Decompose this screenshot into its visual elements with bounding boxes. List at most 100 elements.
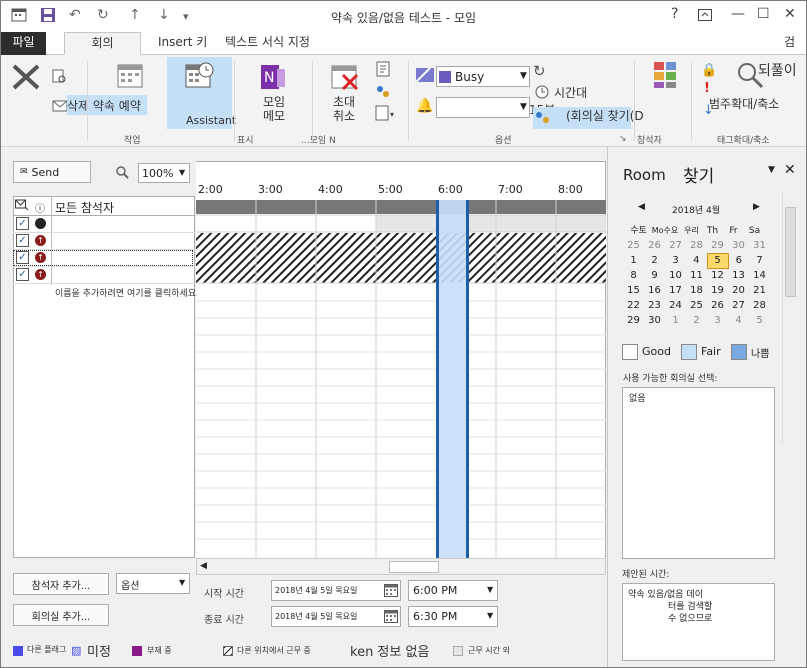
help-button[interactable]: ? xyxy=(671,6,678,22)
dialog-launcher-icon[interactable]: ↘ xyxy=(619,134,627,144)
calendar-day[interactable]: 5 xyxy=(749,313,770,328)
pane-scroll-thumb[interactable] xyxy=(785,207,796,297)
calendar-day[interactable]: 20 xyxy=(728,283,749,298)
calendar-day[interactable]: 12 xyxy=(707,268,728,283)
end-date-field[interactable]: 2018년 4월 5일 목요일 xyxy=(271,606,401,627)
add-attendees-button[interactable]: 참석자 추가... xyxy=(13,573,109,595)
calendar-day[interactable]: 18 xyxy=(686,283,707,298)
tab-format-text[interactable]: 텍스트 서식 지정 xyxy=(225,32,310,55)
onenote-label[interactable]: 모임 메모 xyxy=(263,95,285,123)
scroll-left-icon[interactable]: ◀ xyxy=(200,561,207,571)
end-time-dropdown[interactable]: 6:30 PM ▼ xyxy=(408,606,498,627)
calendar-day[interactable]: 19 xyxy=(707,283,728,298)
response-options-icon[interactable]: ▾ xyxy=(375,105,397,124)
tab-insert[interactable]: Insert 키 xyxy=(158,32,207,55)
calendar-day[interactable]: 29 xyxy=(707,238,728,253)
attendee-checkbox[interactable]: ✓ xyxy=(16,217,29,230)
options-dropdown[interactable]: 옵션 ▼ xyxy=(116,573,190,594)
high-importance-icon[interactable]: ! xyxy=(704,81,710,96)
calendar-day[interactable]: 10 xyxy=(665,268,686,283)
calendar-day[interactable]: 3 xyxy=(707,313,728,328)
address-book-icon[interactable] xyxy=(375,61,391,80)
calendar-day[interactable]: 9 xyxy=(644,268,665,283)
tab-review[interactable]: 검토 xyxy=(784,32,806,70)
suggested-times-list[interactable]: 약속 있음/없음 데이 터를 검색할 수 없으므로 xyxy=(622,583,775,661)
calendar-day[interactable]: 2 xyxy=(644,253,665,268)
time-zones-icon[interactable] xyxy=(535,85,549,102)
calendar-day[interactable]: 27 xyxy=(728,298,749,313)
calendar-day[interactable]: 14 xyxy=(749,268,770,283)
minimize-button[interactable]: — xyxy=(731,6,745,22)
tab-meeting[interactable]: 회의 xyxy=(64,32,141,55)
add-rooms-button[interactable]: 회의실 추가... xyxy=(13,604,109,626)
zoom-label[interactable]: 되풀이 xyxy=(758,60,797,80)
time-zones-label[interactable]: 시간대 xyxy=(554,84,587,101)
zoom-magnifier-icon[interactable] xyxy=(115,165,129,182)
calendar-day-selected[interactable]: 5 xyxy=(706,252,729,269)
forward-search-icon[interactable] xyxy=(52,69,68,88)
assistant-label[interactable]: Assistant xyxy=(186,114,236,127)
maximize-button[interactable]: ☐ xyxy=(757,6,770,22)
delete-icon[interactable] xyxy=(11,63,41,94)
scheduling-label[interactable]: 삭제 약속 예약 xyxy=(67,97,141,114)
calendar-day[interactable]: 3 xyxy=(665,253,686,268)
calendar-day[interactable]: 11 xyxy=(686,268,707,283)
tab-file[interactable]: 파일 xyxy=(1,32,46,55)
calendar-day[interactable]: 24 xyxy=(665,298,686,313)
calendar-day[interactable]: 28 xyxy=(686,238,707,253)
categorize-icon[interactable] xyxy=(653,61,677,92)
onenote-icon[interactable]: N xyxy=(259,63,287,94)
calendar-day[interactable]: 30 xyxy=(728,238,749,253)
start-time-dropdown[interactable]: 6:00 PM ▼ xyxy=(408,580,498,601)
calendar-day[interactable]: 22 xyxy=(623,298,644,313)
calendar-day[interactable]: 8 xyxy=(623,268,644,283)
scroll-thumb[interactable] xyxy=(389,561,439,573)
cancel-invitation-icon[interactable] xyxy=(331,63,361,94)
ribbon-display-icon[interactable] xyxy=(698,9,712,25)
pane-scrollbar[interactable] xyxy=(782,192,798,442)
calendar-day[interactable]: 23 xyxy=(644,298,665,313)
calendar-day[interactable]: 30 xyxy=(644,313,665,328)
attendee-checkbox[interactable]: ✓ xyxy=(16,251,29,264)
calendar-day[interactable]: 25 xyxy=(686,298,707,313)
calendar-day[interactable]: 26 xyxy=(707,298,728,313)
close-button[interactable]: ✕ xyxy=(784,6,796,22)
calendar-day[interactable]: 16 xyxy=(644,283,665,298)
next-month-icon[interactable]: ▶ xyxy=(753,202,760,212)
check-names-icon[interactable] xyxy=(375,84,391,103)
private-lock-icon[interactable]: 🔒 xyxy=(701,63,717,78)
calendar-day[interactable]: 21 xyxy=(749,283,770,298)
show-as-dropdown[interactable]: Busy ▼ xyxy=(436,66,530,87)
calendar-day[interactable]: 25 xyxy=(623,238,644,253)
suggested-scrollbar[interactable] xyxy=(780,583,796,661)
calendar-day[interactable]: 1 xyxy=(665,313,686,328)
reminder-dropdown[interactable]: ▼ xyxy=(436,97,530,118)
calendar-day[interactable]: 28 xyxy=(749,298,770,313)
calendar-day[interactable]: 13 xyxy=(728,268,749,283)
calendar-day[interactable]: 2 xyxy=(686,313,707,328)
calendar-day[interactable]: 15 xyxy=(623,283,644,298)
calendar-picker-icon[interactable] xyxy=(384,609,398,626)
zoom-sub-label[interactable]: 범주확대/축소 xyxy=(709,95,779,112)
calendar-day[interactable]: 27 xyxy=(665,238,686,253)
zoom-dropdown[interactable]: 100% ▼ xyxy=(138,163,190,183)
appointment-icon[interactable] xyxy=(117,63,143,92)
calendar-picker-icon[interactable] xyxy=(384,583,398,600)
start-date-field[interactable]: 2018년 4월 5일 목요일 xyxy=(271,580,401,601)
room-list[interactable]: 없음 xyxy=(622,387,775,559)
send-button[interactable]: ✉ Send xyxy=(13,161,91,183)
horizontal-scrollbar[interactable]: ◀ xyxy=(196,558,606,575)
attendee-checkbox[interactable]: ✓ xyxy=(16,234,29,247)
calendar-day[interactable]: 4 xyxy=(686,253,707,268)
calendar-day[interactable]: 29 xyxy=(623,313,644,328)
calendar-day[interactable]: 17 xyxy=(665,283,686,298)
recurrence-icon[interactable]: ↻ xyxy=(533,62,546,80)
envelope-icon[interactable] xyxy=(52,99,68,116)
calendar-day[interactable]: 1 xyxy=(623,253,644,268)
calendar-day[interactable]: 6 xyxy=(728,253,749,268)
prev-month-icon[interactable]: ◀ xyxy=(638,202,645,212)
close-pane-icon[interactable]: ✕ xyxy=(784,162,796,178)
calendar-day[interactable]: 7 xyxy=(749,253,770,268)
pane-options-icon[interactable]: ▼ xyxy=(768,165,775,175)
calendar-day[interactable]: 4 xyxy=(728,313,749,328)
